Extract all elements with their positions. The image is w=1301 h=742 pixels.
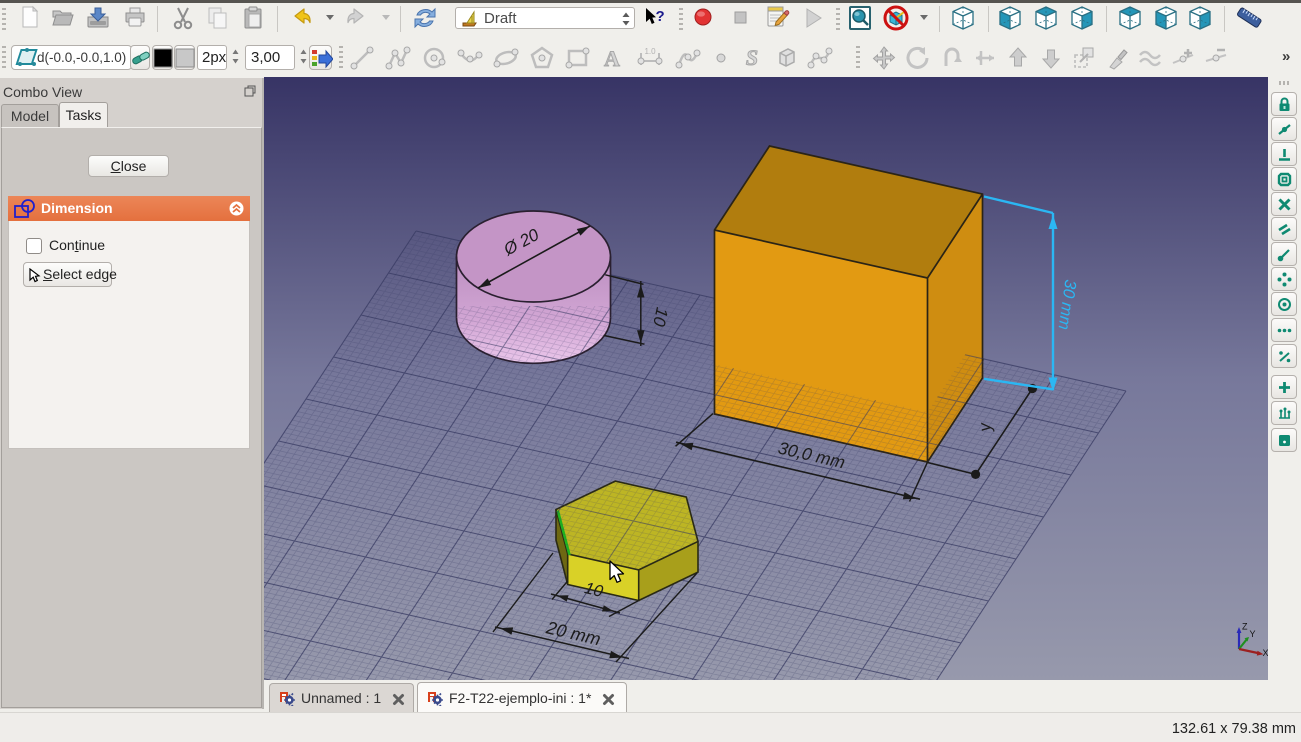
svg-text:Z: Z	[1242, 622, 1248, 632]
svg-text:S: S	[746, 45, 758, 70]
svg-text:1.0: 1.0	[644, 47, 656, 56]
svg-text:A: A	[604, 46, 620, 71]
svg-text:?: ?	[656, 8, 665, 25]
svg-text:Y: Y	[1250, 629, 1256, 639]
